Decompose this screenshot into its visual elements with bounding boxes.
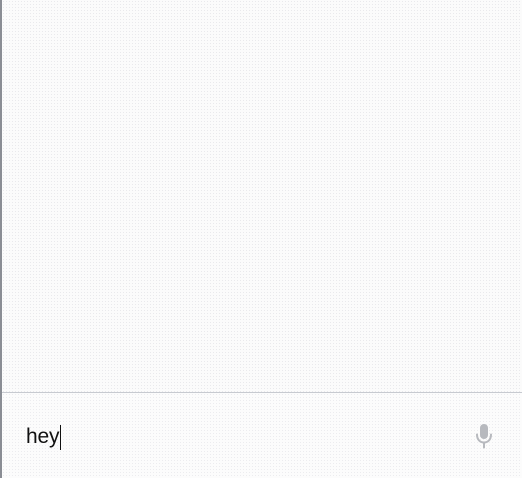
chat-window: hey [0, 0, 522, 478]
microphone-icon [476, 424, 492, 449]
message-input[interactable]: hey [26, 423, 62, 451]
text-caret [60, 424, 62, 450]
message-history-area [2, 0, 522, 392]
microphone-button[interactable] [470, 421, 498, 451]
message-text: hey [26, 425, 60, 448]
message-composer: hey [2, 392, 522, 478]
